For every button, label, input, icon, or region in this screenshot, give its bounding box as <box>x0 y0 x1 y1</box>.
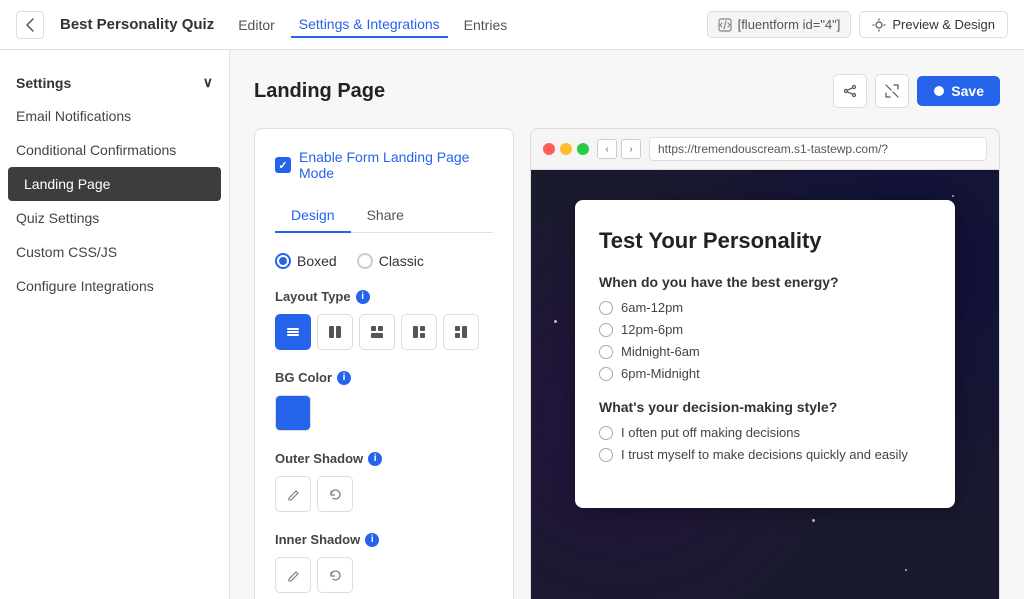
bg-color-info-icon[interactable]: i <box>337 371 351 385</box>
nav-entries[interactable]: Entries <box>456 13 516 37</box>
main-layout: Settings ∨ Email Notifications Condition… <box>0 50 1024 599</box>
quiz-option-2-1: I often put off making decisions <box>599 425 931 440</box>
radio-classic-indicator <box>357 253 373 269</box>
quiz-radio-1-2[interactable] <box>599 323 613 337</box>
quiz-option-1-2: 12pm-6pm <box>599 322 931 337</box>
inner-shadow-label: Inner Shadow i <box>275 532 493 547</box>
quiz-question-1: When do you have the best energy? <box>599 274 931 290</box>
share-button[interactable] <box>833 74 867 108</box>
enable-landing-page-row[interactable]: Enable Form Landing Page Mode <box>275 149 493 181</box>
outer-shadow-edit-btn[interactable] <box>275 476 311 512</box>
layout-btn-3[interactable] <box>359 314 395 350</box>
shortcode-display[interactable]: [fluentform id="4"] <box>707 11 852 38</box>
top-navigation: Best Personality Quiz Editor Settings & … <box>0 0 1024 50</box>
outer-shadow-reset-btn[interactable] <box>317 476 353 512</box>
design-tabs: Design Share <box>275 199 493 233</box>
sidebar-item-custom-css-js[interactable]: Custom CSS/JS <box>0 235 229 269</box>
quiz-section-1: When do you have the best energy? 6am-12… <box>599 274 931 381</box>
nav-editor[interactable]: Editor <box>230 13 283 37</box>
dot-yellow <box>560 143 572 155</box>
page-title: Landing Page <box>254 80 385 103</box>
tab-design[interactable]: Design <box>275 199 351 233</box>
enable-checkbox[interactable] <box>275 157 291 173</box>
nav-settings[interactable]: Settings & Integrations <box>291 12 448 38</box>
dot-red <box>543 143 555 155</box>
chevron-down-icon: ∨ <box>203 74 213 91</box>
sidebar-item-quiz-settings[interactable]: Quiz Settings <box>0 201 229 235</box>
layout-type-info-icon[interactable]: i <box>356 290 370 304</box>
sidebar-item-conditional-confirmations[interactable]: Conditional Confirmations <box>0 133 229 167</box>
inner-shadow-edit-btn[interactable] <box>275 557 311 593</box>
app-title: Best Personality Quiz <box>60 16 214 33</box>
radio-boxed[interactable]: Boxed <box>275 253 337 269</box>
outer-shadow-buttons <box>275 476 493 512</box>
preview-design-button[interactable]: Preview & Design <box>859 11 1008 38</box>
inner-shadow-reset-btn[interactable] <box>317 557 353 593</box>
sidebar-item-email-notifications[interactable]: Email Notifications <box>0 99 229 133</box>
inner-shadow-buttons <box>275 557 493 593</box>
outer-shadow-section: Outer Shadow i <box>275 451 493 512</box>
radio-classic[interactable]: Classic <box>357 253 424 269</box>
quiz-option-2-2: I trust myself to make decisions quickly… <box>599 447 931 462</box>
layout-type-label: Layout Type i <box>275 289 493 304</box>
layout-type-buttons <box>275 314 493 350</box>
quiz-radio-2-2[interactable] <box>599 448 613 462</box>
bg-color-swatch[interactable] <box>275 395 311 431</box>
outer-shadow-label: Outer Shadow i <box>275 451 493 466</box>
radio-boxed-indicator <box>275 253 291 269</box>
layout-btn-4[interactable] <box>401 314 437 350</box>
layout-btn-2[interactable] <box>317 314 353 350</box>
header-actions: Save <box>833 74 1000 108</box>
browser-forward-btn[interactable]: › <box>621 139 641 159</box>
save-button[interactable]: Save <box>917 76 1000 106</box>
preview-panel: ‹ › https://tremendouscream.s1-tastewp.c… <box>530 128 1000 599</box>
quiz-question-2: What's your decision-making style? <box>599 399 931 415</box>
dot-green <box>577 143 589 155</box>
quiz-radio-1-4[interactable] <box>599 367 613 381</box>
quiz-radio-2-1[interactable] <box>599 426 613 440</box>
outer-shadow-info-icon[interactable]: i <box>368 452 382 466</box>
quiz-option-1-1: 6am-12pm <box>599 300 931 315</box>
preview-label: Preview & Design <box>892 17 995 32</box>
sidebar-item-landing-page[interactable]: Landing Page <box>8 167 221 201</box>
quiz-section-2: What's your decision-making style? I oft… <box>599 399 931 462</box>
browser-back-btn[interactable]: ‹ <box>597 139 617 159</box>
bg-color-section: BG Color i <box>275 370 493 431</box>
quiz-radio-1-3[interactable] <box>599 345 613 359</box>
browser-content: Test Your Personality When do you have t… <box>530 170 1000 599</box>
sidebar: Settings ∨ Email Notifications Condition… <box>0 50 230 599</box>
url-bar[interactable]: https://tremendouscream.s1-tastewp.com/? <box>649 137 987 161</box>
bg-color-label: BG Color i <box>275 370 493 385</box>
main-content: Landing Page Save E <box>230 50 1024 599</box>
quiz-radio-1-1[interactable] <box>599 301 613 315</box>
browser-chrome: ‹ › https://tremendouscream.s1-tastewp.c… <box>530 128 1000 170</box>
expand-button[interactable] <box>875 74 909 108</box>
back-button[interactable] <box>16 11 44 39</box>
page-header: Landing Page Save <box>254 74 1000 108</box>
quiz-option-1-4: 6pm-Midnight <box>599 366 931 381</box>
sidebar-item-configure-integrations[interactable]: Configure Integrations <box>0 269 229 303</box>
browser-dots <box>543 143 589 155</box>
browser-nav: ‹ › <box>597 139 641 159</box>
tab-share[interactable]: Share <box>351 199 420 233</box>
settings-card: Enable Form Landing Page Mode Design Sha… <box>254 128 514 599</box>
inner-shadow-section: Inner Shadow i <box>275 532 493 593</box>
layout-btn-1[interactable] <box>275 314 311 350</box>
enable-label: Enable Form Landing Page Mode <box>299 149 493 181</box>
quiz-card: Test Your Personality When do you have t… <box>575 200 955 508</box>
layout-btn-5[interactable] <box>443 314 479 350</box>
quiz-option-1-3: Midnight-6am <box>599 344 931 359</box>
sidebar-settings-header[interactable]: Settings ∨ <box>0 66 229 99</box>
style-radio-group: Boxed Classic <box>275 253 493 269</box>
inner-shadow-info-icon[interactable]: i <box>365 533 379 547</box>
shortcode-text: [fluentform id="4"] <box>738 17 841 32</box>
quiz-title: Test Your Personality <box>599 228 931 254</box>
